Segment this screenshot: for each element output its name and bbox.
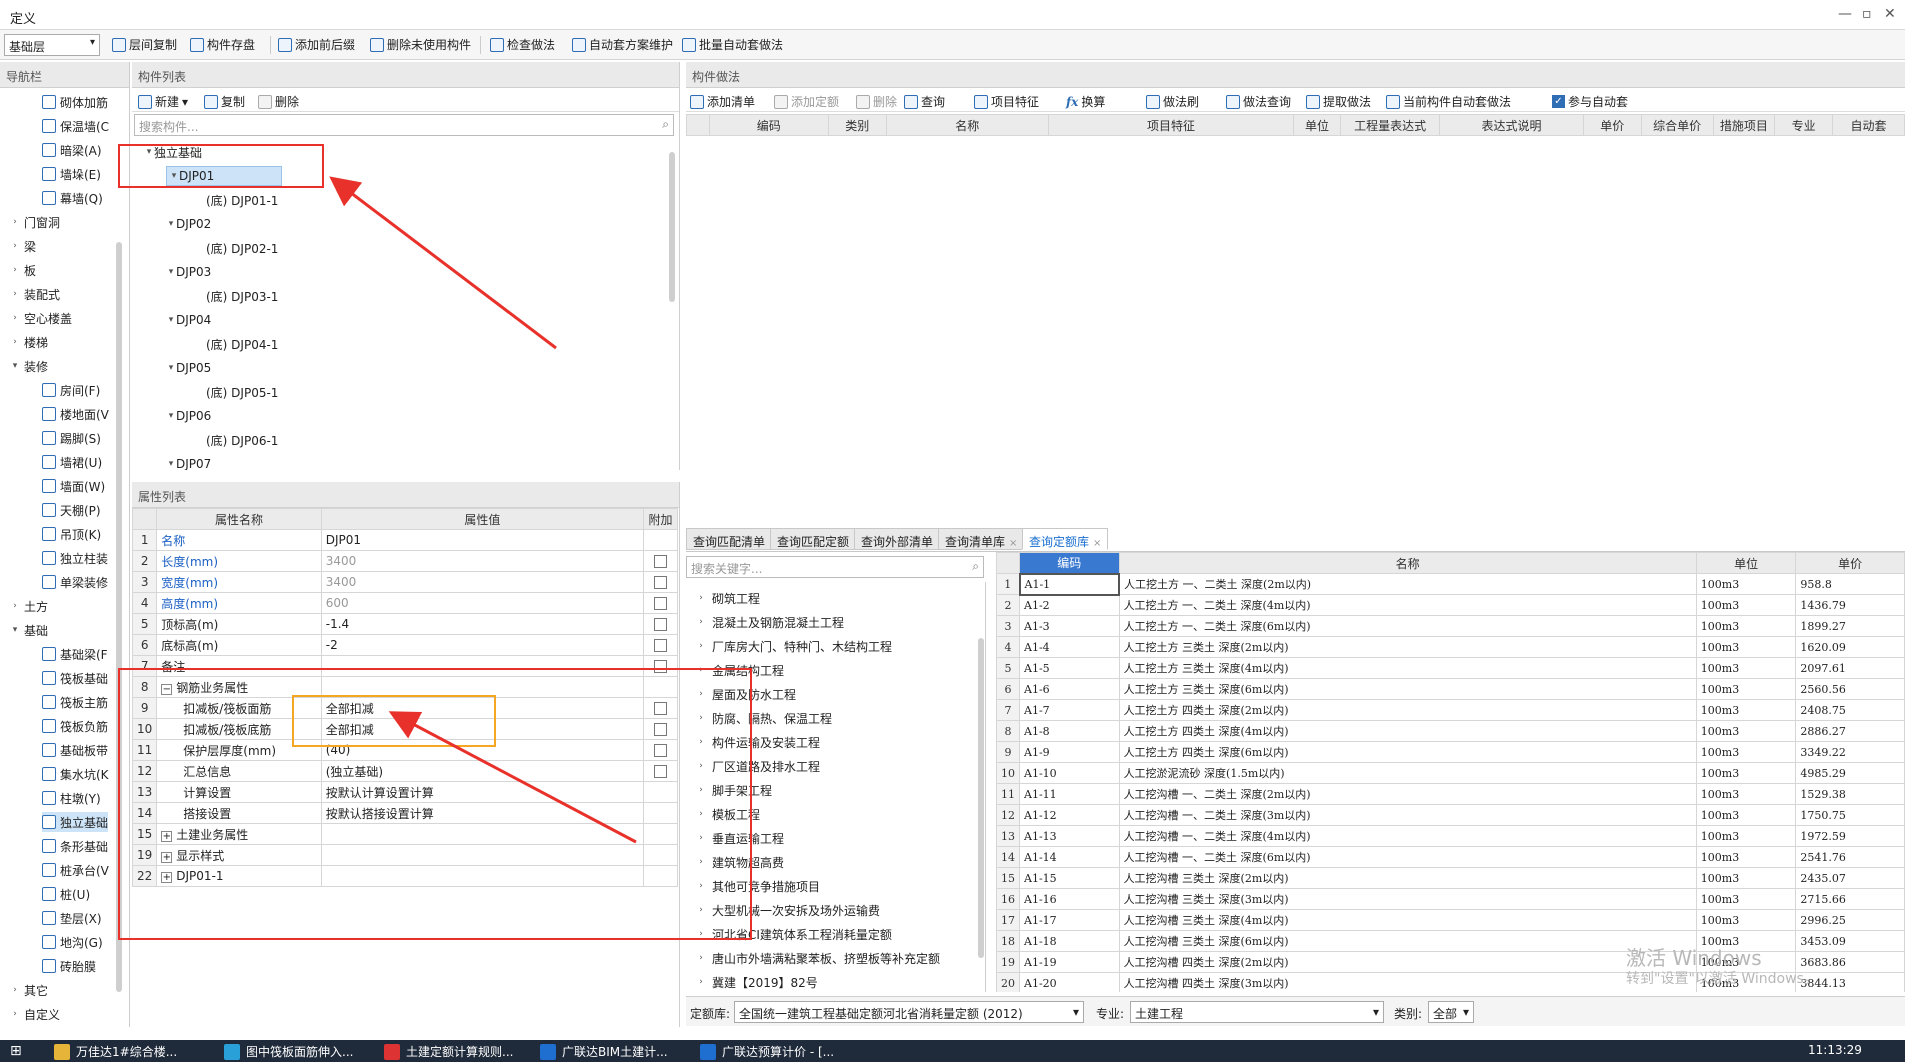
app-icon [540,1043,556,1060]
taskbar-item-label: 万佳达1#综合楼... [76,1045,178,1059]
taskbar-item[interactable]: 图中筏板面筋伸入... [224,1043,353,1060]
taskbar-item[interactable]: 万佳达1#综合楼... [54,1043,177,1060]
taskbar-item-label: 广联达预算计价 - [... [722,1045,835,1059]
taskbar-item-label: 广联达BIM土建计... [562,1045,668,1059]
app-icon [224,1043,240,1060]
windows-icon: ⊞ [10,1043,22,1059]
annotation-arrow-1 [329,176,557,350]
start-button[interactable]: ⊞ [10,1043,22,1059]
app-icon [700,1043,716,1060]
taskbar-item[interactable]: 广联达预算计价 - [... [700,1043,834,1060]
clock: 11:13:29 [1808,1043,1862,1057]
app-icon [54,1043,70,1060]
taskbar-item[interactable]: 土建定额计算规则... [384,1043,513,1060]
annotation-arrow-2 [388,711,637,844]
taskbar: ⊞ 万佳达1#综合楼... 图中筏板面筋伸入... 土建定额计算规则... 广联达BI… [0,1040,1905,1062]
taskbar-item[interactable]: 广联达BIM土建计... [540,1043,668,1060]
taskbar-item-label: 图中筏板面筋伸入... [246,1045,354,1059]
annotation-arrows [329,176,637,844]
taskbar-item-label: 土建定额计算规则... [406,1045,514,1059]
app-icon [384,1043,400,1060]
